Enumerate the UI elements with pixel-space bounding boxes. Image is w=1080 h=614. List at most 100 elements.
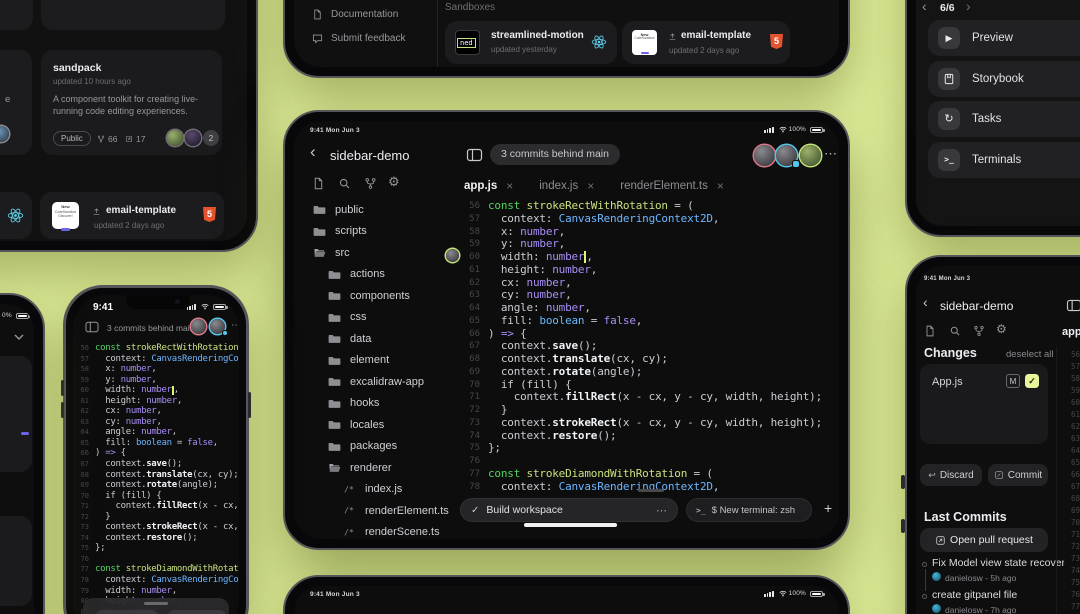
bottom-bar-handle[interactable] <box>638 489 664 492</box>
code-line[interactable]: 71 context.fillRect(x - cx, y - cy, widt… <box>460 390 837 404</box>
gear-icon[interactable]: ⚙ <box>388 174 400 190</box>
avatar[interactable] <box>754 145 775 166</box>
tree-item-element[interactable]: element <box>294 350 459 372</box>
more-options-icon[interactable]: ⋯ <box>656 504 667 517</box>
menu-item-storybook[interactable]: Storybook <box>928 60 1080 97</box>
code-line[interactable]: 73 context.strokeRect(x - cx, y - cy, wi… <box>73 522 239 533</box>
back-icon[interactable]: ‹ <box>310 142 316 162</box>
search-icon[interactable] <box>338 177 351 190</box>
sidebar-menu-item-feedback[interactable]: Submit feedback <box>312 33 406 44</box>
changed-file-name[interactable]: App.js <box>932 376 963 388</box>
code-line[interactable]: 77 const strokeDiamondWithRotation = ( <box>73 564 239 575</box>
code-line[interactable]: 70 if (fill) { <box>73 491 239 502</box>
sheet-pill[interactable] <box>95 610 159 614</box>
code-line[interactable]: 68 context.translate(cx, cy); <box>73 470 239 481</box>
menu-item-tasks[interactable]: ↻ Tasks <box>928 101 1080 137</box>
tree-item-excalidraw-app[interactable]: excalidraw-app <box>294 371 459 393</box>
tree-item-packages[interactable]: packages <box>294 436 459 458</box>
more-options-icon[interactable]: ⋯ <box>231 320 239 331</box>
commit-button[interactable]: Commit <box>988 464 1048 486</box>
sidebar-toggle-icon[interactable] <box>1066 299 1080 312</box>
menu-item-preview[interactable]: ▶ Preview <box>928 20 1080 56</box>
tab-index-js[interactable]: index.js × <box>539 179 594 193</box>
card-partial-left[interactable]: e <box>0 50 32 155</box>
search-icon[interactable] <box>949 325 961 337</box>
code-line[interactable]: 75}; <box>73 543 239 554</box>
close-icon[interactable]: × <box>587 179 594 193</box>
code-editor[interactable]: 56const strokeRectWithRotation = (57 con… <box>73 343 239 614</box>
commit-message[interactable]: Fix Model view state recovering <box>932 557 1064 569</box>
fork-icon[interactable] <box>364 177 377 190</box>
tab-app-js[interactable]: app.js × <box>464 179 513 193</box>
fork-icon[interactable] <box>973 325 985 337</box>
code-line[interactable]: 57 context: CanvasRenderingContext2D, <box>73 354 239 365</box>
new-file-icon[interactable] <box>924 325 936 337</box>
tree-item-components[interactable]: components <box>294 285 459 307</box>
sidebar-toggle-icon[interactable] <box>85 321 99 333</box>
branch-status-badge[interactable]: 3 commits behind main <box>490 144 620 165</box>
code-line[interactable]: 59 y: number, <box>73 375 239 386</box>
back-icon[interactable]: ‹ <box>923 294 928 310</box>
tree-item-renderscene-ts[interactable]: /* renderScene.ts <box>294 522 459 540</box>
code-line[interactable]: 79 width: number, <box>73 586 239 597</box>
code-editor[interactable]: 56const strokeRectWithRotation = (57 con… <box>460 200 837 496</box>
close-icon[interactable]: × <box>506 179 513 193</box>
tree-item-src[interactable]: src <box>294 242 459 264</box>
code-line[interactable]: 69 context.rotate(angle); <box>73 480 239 491</box>
code-line[interactable]: 78 context: CanvasRenderingContext2D, <box>73 575 239 586</box>
code-line[interactable]: 71 context.fillRect(x - cx, y - cy, widt… <box>73 501 239 512</box>
code-line[interactable]: 74 context.restore(); <box>73 533 239 544</box>
open-pull-request-button[interactable]: Open pull request <box>920 528 1048 552</box>
terminal-pill[interactable]: >_ $ New terminal: zsh <box>686 498 812 522</box>
close-icon[interactable]: × <box>717 179 724 193</box>
code-line[interactable]: 75}; <box>460 441 837 455</box>
avatar[interactable] <box>191 319 206 334</box>
code-line[interactable]: 74 context.restore(); <box>460 429 837 443</box>
commit-message[interactable]: create gitpanel file <box>932 589 1064 601</box>
menu-item-terminals[interactable]: >_ Terminals <box>928 141 1080 178</box>
sidebar-menu-item-documentation[interactable]: Documentation <box>312 9 398 20</box>
code-line[interactable]: 67 context.save(); <box>73 459 239 470</box>
code-line[interactable]: 62 cx: number, <box>73 406 239 417</box>
sidebar-toggle-icon[interactable] <box>466 148 483 162</box>
code-line[interactable]: 63 cy: number, <box>73 417 239 428</box>
avatar[interactable] <box>210 319 228 336</box>
gear-icon[interactable]: ⚙ <box>996 322 1007 336</box>
code-line[interactable]: 56 const strokeRectWithRotation = ( <box>73 343 239 354</box>
code-line[interactable]: 72 } <box>73 512 239 523</box>
tab-renderelement-ts[interactable]: renderElement.ts × <box>620 179 724 193</box>
sandbox-card-email-template[interactable]: New CodeSandbox email-template updated 2… <box>622 21 790 64</box>
sheet-handle[interactable] <box>144 602 168 605</box>
more-options-icon[interactable]: ⋯ <box>824 146 837 162</box>
forward-icon[interactable]: › <box>966 0 971 14</box>
chevron-down-icon[interactable] <box>14 334 24 340</box>
code-line[interactable]: 66) => { <box>73 448 239 459</box>
tree-item-renderer[interactable]: renderer <box>294 457 459 479</box>
add-terminal-button[interactable]: + <box>824 500 832 516</box>
deselect-all-link[interactable]: deselect all <box>1006 349 1054 360</box>
tree-item-scripts[interactable]: scripts <box>294 221 459 243</box>
task-pill-build-workspace[interactable]: ✓ Build workspace ⋯ <box>460 498 678 522</box>
tree-item-css[interactable]: css <box>294 307 459 329</box>
tree-item-hooks[interactable]: hooks <box>294 393 459 415</box>
email-template-card[interactable]: New CodeSandbox Discover! email-template… <box>40 192 224 239</box>
tree-item-public[interactable]: public <box>294 199 459 221</box>
avatar[interactable] <box>800 145 821 166</box>
file-checkbox[interactable]: ✓ <box>1025 374 1039 388</box>
discard-button[interactable]: ↩ Discard <box>920 464 982 486</box>
code-line[interactable]: 60 width: number, <box>73 385 239 396</box>
code-line[interactable]: 61 height: number, <box>73 396 239 407</box>
tree-item-actions[interactable]: actions <box>294 264 459 286</box>
back-icon[interactable]: ‹ <box>922 0 927 14</box>
card-partial[interactable] <box>41 0 225 30</box>
tree-item-index-js[interactable]: /* index.js <box>294 479 459 501</box>
tree-item-data[interactable]: data <box>294 328 459 350</box>
avatar[interactable] <box>776 145 800 168</box>
code-line[interactable]: 58 x: number, <box>73 364 239 375</box>
tree-item-renderelement-ts[interactable]: /* renderElement.ts <box>294 500 459 522</box>
new-file-icon[interactable] <box>312 177 325 190</box>
code-line[interactable]: 76 <box>73 554 239 565</box>
sandbox-card-streamlined-motion[interactable]: ned streamlined-motion updated yesterday <box>445 21 617 64</box>
sandpack-card[interactable]: sandpack updated 10 hours ago A componen… <box>41 50 222 155</box>
tree-item-locales[interactable]: locales <box>294 414 459 436</box>
